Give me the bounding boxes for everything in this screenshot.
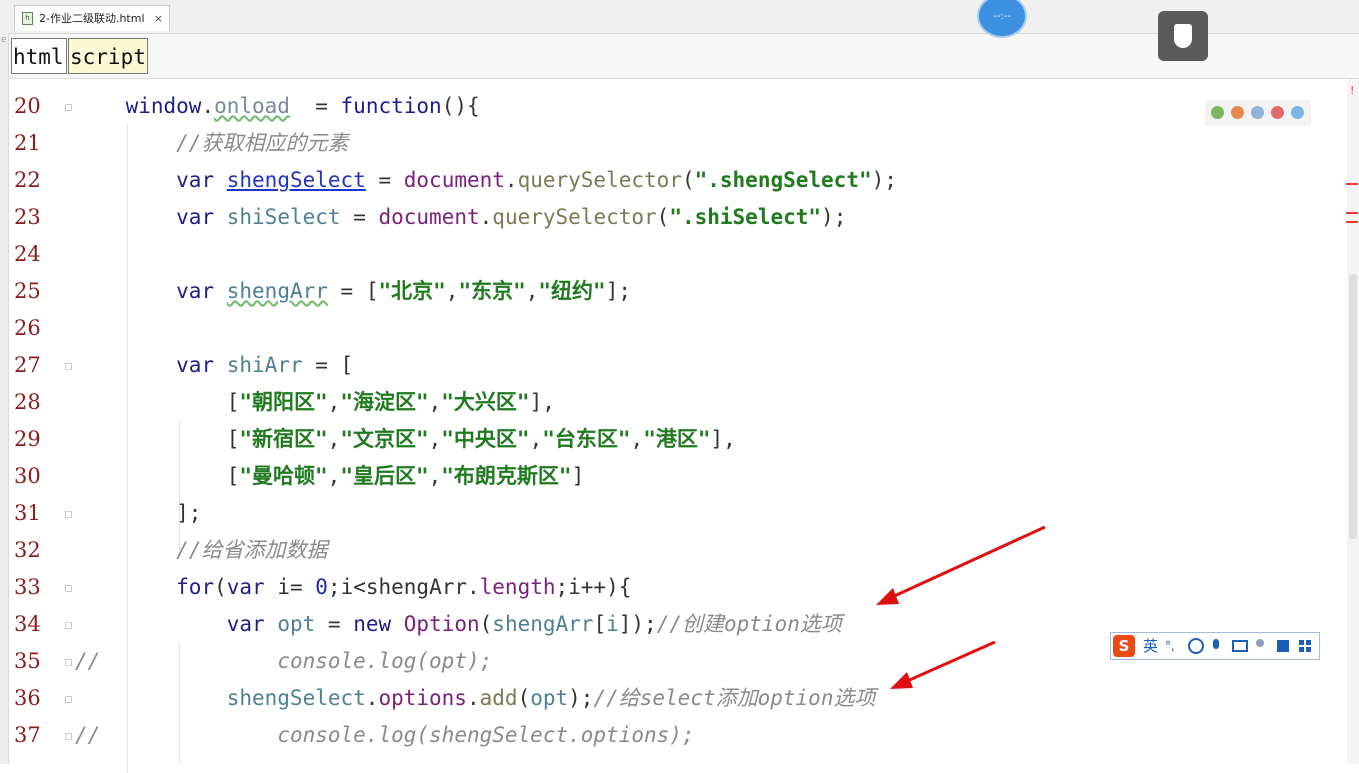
annotation-arrows (876, 525, 1046, 689)
annotation-arrow (904, 640, 996, 684)
annotation-arrow (889, 525, 1046, 600)
arrow-head (876, 588, 899, 605)
arrow-head (890, 672, 913, 689)
